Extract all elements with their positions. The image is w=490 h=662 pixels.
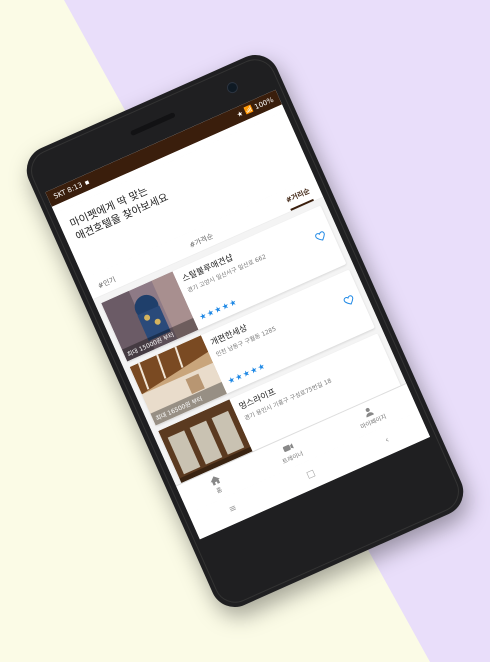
rating-stars: ★★★★★ [197,297,239,322]
home-button-icon[interactable]: □ [305,468,317,481]
rating-stars: ★★★★★ [226,360,268,386]
tab-home[interactable]: 홈 [207,473,226,496]
menu-icon[interactable]: ≡ [227,503,238,515]
back-icon[interactable]: ‹ [384,435,391,446]
tab-label: 홈 [215,486,224,496]
tab-trainer[interactable]: 트레이너 [276,438,304,466]
phone-speaker [129,112,176,137]
phone-camera [225,80,240,95]
notification-icon: ▪ [83,177,91,188]
